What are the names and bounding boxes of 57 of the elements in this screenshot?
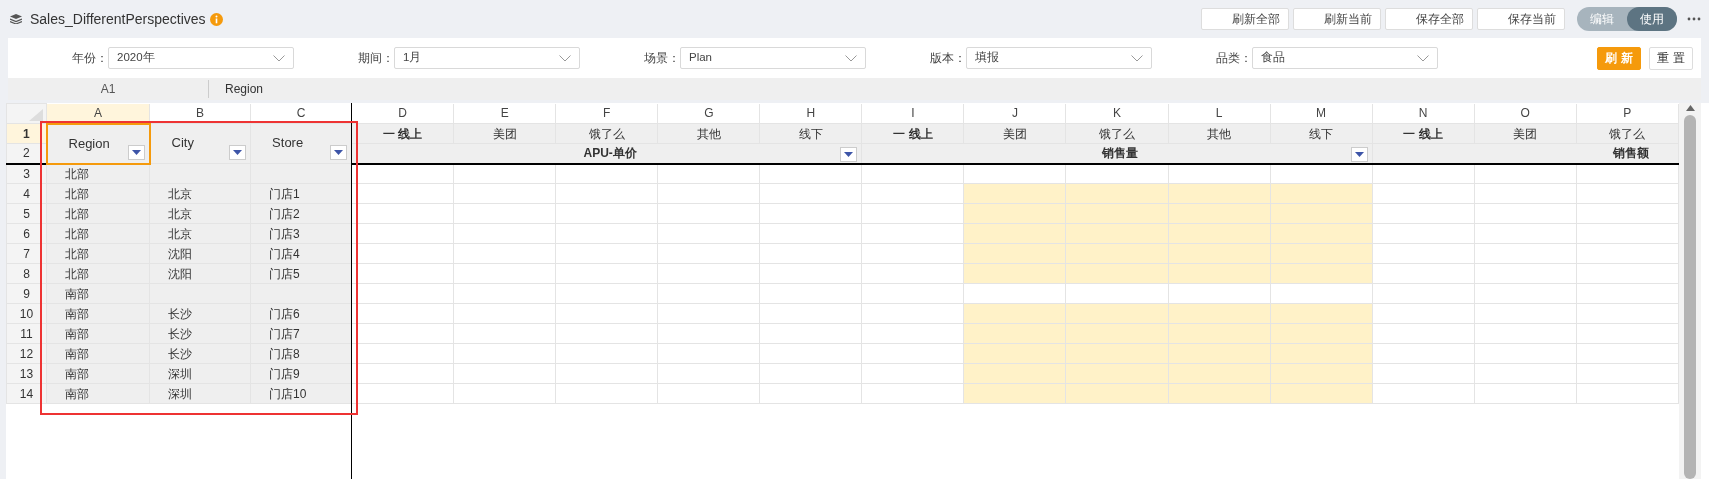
filter-dropdown-button[interactable] [840,146,858,162]
filter-dropdown-button[interactable] [127,144,145,160]
column-header[interactable]: K [1066,103,1169,124]
header-cell[interactable]: City [149,123,251,164]
filter-select[interactable]: Plan [680,47,866,69]
reset-button[interactable]: 重 置 [1649,46,1693,70]
column-header[interactable]: G [657,103,760,124]
header-cell[interactable]: Region [46,123,150,164]
chevron-down-icon[interactable] [845,54,857,62]
layers-icon [10,14,22,24]
column-header[interactable]: M [1270,103,1373,124]
group-header: 销售额 [1612,145,1649,162]
filter-dropdown-button[interactable] [330,145,348,160]
group-header: 销售量 [1102,145,1139,162]
chevron-down-icon[interactable] [273,54,285,62]
report-title: Sales_DifferentPerspectives [30,9,206,29]
filter-select[interactable]: 2020年 [108,47,294,69]
more-icon[interactable] [1687,17,1701,21]
column-header[interactable]: N [1372,103,1475,124]
filter-label: 年份： [71,50,108,67]
filter-select[interactable]: 1月 [394,47,580,69]
caret-down-icon[interactable] [1354,151,1364,157]
filter-label: 期间： [357,50,394,67]
caret-down-icon[interactable] [131,149,141,155]
chevron-down-icon[interactable] [1417,54,1429,62]
chevron-down-icon[interactable] [1131,54,1143,62]
column-header[interactable]: P [1576,103,1679,124]
filter-dropdown-button[interactable] [229,145,247,160]
toolbar-button[interactable]: 保存当前 [1477,8,1565,30]
column-header[interactable]: F [555,103,658,124]
group-header: APU-单价 [583,145,637,162]
chevron-down-icon[interactable] [559,54,571,62]
column-header[interactable]: H [759,103,862,124]
filter-label: 场景： [643,50,680,67]
formula-text: Region [225,81,264,98]
name-box[interactable]: A1 [8,80,208,98]
scroll-up-icon[interactable] [1685,105,1695,111]
filter-label: 版本： [929,50,966,67]
column-header[interactable]: J [963,103,1066,124]
toolbar-button[interactable]: 保存全部 [1385,8,1473,30]
column-header[interactable]: D [351,103,454,124]
column-header[interactable]: I [861,103,964,124]
scrollbar-thumb[interactable] [1684,115,1696,479]
caret-down-icon[interactable] [844,151,854,157]
column-header[interactable]: O [1474,103,1577,124]
filter-select[interactable]: 食品 [1252,47,1438,69]
caret-down-icon[interactable] [233,150,243,155]
mode-toggle-option[interactable]: 使用 [1627,7,1677,31]
filter-dropdown-button[interactable] [1350,146,1368,162]
toolbar-button[interactable]: 刷新全部 [1201,8,1289,30]
filter-label: 品类： [1215,50,1252,67]
column-header[interactable]: L [1168,103,1271,124]
toolbar-button[interactable]: 刷新当前 [1293,8,1381,30]
column-header[interactable]: E [453,103,556,124]
filter-select[interactable]: 填报 [966,47,1152,69]
caret-down-icon[interactable] [334,150,344,155]
header-cell[interactable]: Store [250,123,352,164]
